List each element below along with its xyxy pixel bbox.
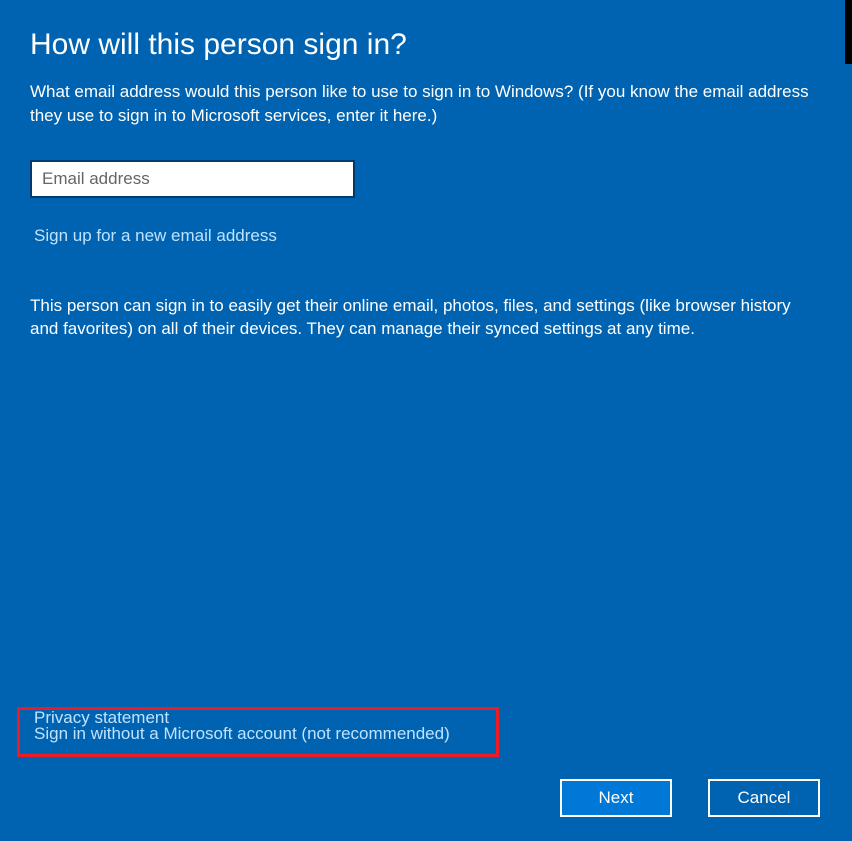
info-text: This person can sign in to easily get th… (30, 294, 822, 342)
signin-without-account-link[interactable]: Sign in without a Microsoft account (not… (34, 724, 450, 744)
email-input[interactable] (30, 160, 355, 198)
page-title: How will this person sign in? (30, 28, 822, 62)
signup-email-link[interactable]: Sign up for a new email address (34, 226, 277, 246)
next-button[interactable]: Next (560, 779, 672, 817)
description-text: What email address would this person lik… (30, 80, 822, 128)
cancel-button[interactable]: Cancel (708, 779, 820, 817)
scrollbar-indicator (845, 0, 852, 64)
